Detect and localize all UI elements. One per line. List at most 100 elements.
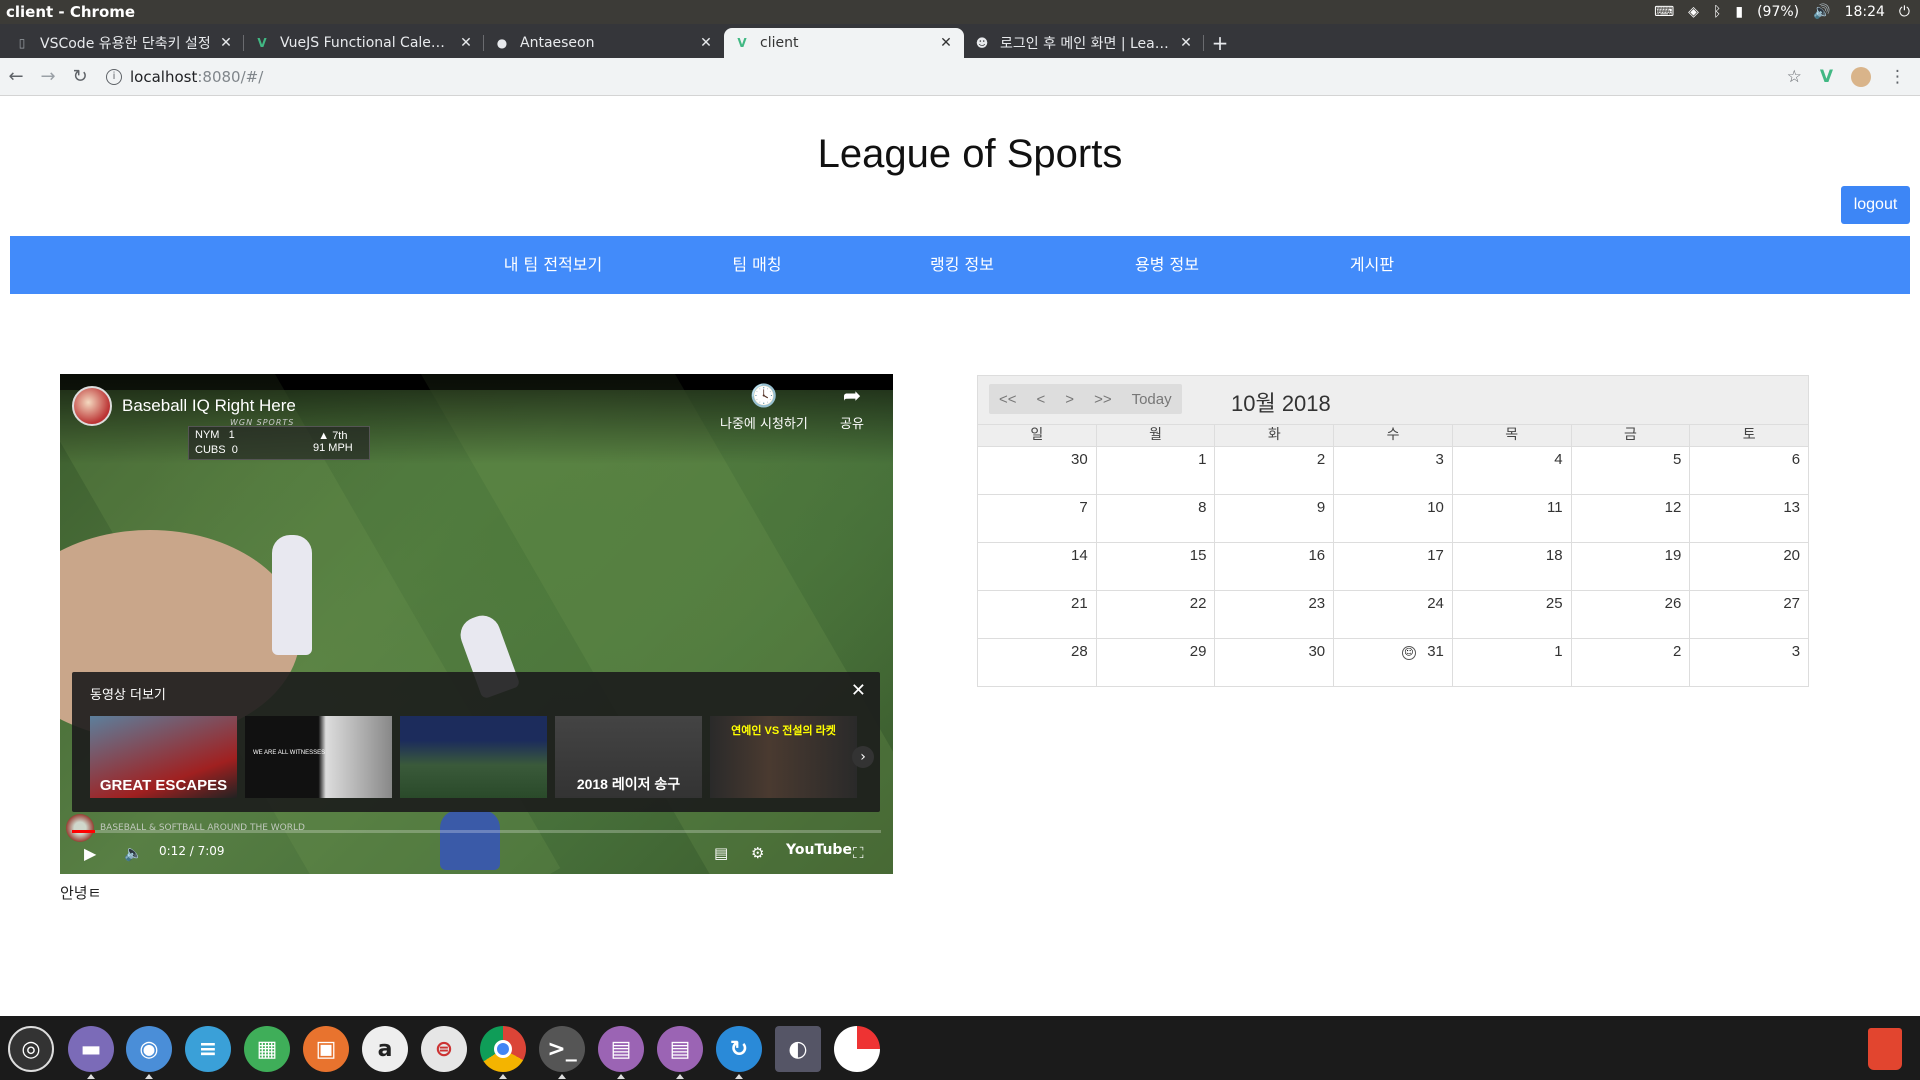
tab-github[interactable]: ● Antaeseon ✕ xyxy=(484,28,724,58)
calendar-day[interactable]: 27 xyxy=(1690,591,1808,638)
keyboard-icon[interactable]: ⌨ xyxy=(1654,4,1674,20)
calendar-day[interactable]: 23 xyxy=(1215,591,1335,638)
vpn-icon[interactable]: ◐ xyxy=(775,1026,821,1072)
ubuntu-dash-icon[interactable]: ◎ xyxy=(8,1026,54,1072)
close-tab-icon[interactable]: ✕ xyxy=(938,35,954,51)
wifi-icon[interactable]: ◈ xyxy=(1688,4,1699,20)
calendar-day[interactable]: 18 xyxy=(1453,543,1572,590)
bluetooth-icon[interactable]: ᛒ xyxy=(1713,4,1721,20)
files-icon[interactable]: ▬ xyxy=(68,1026,114,1072)
calendar-day[interactable]: 22 xyxy=(1097,591,1216,638)
firefox-icon[interactable]: ◉ xyxy=(126,1026,172,1072)
info-icon[interactable]: i xyxy=(106,68,122,85)
nav-team-matching[interactable]: 팀 매칭 xyxy=(732,236,781,294)
profile-avatar[interactable] xyxy=(1851,66,1871,87)
calendar-day[interactable]: 14 xyxy=(978,543,1097,590)
vue-devtools-icon[interactable]: V xyxy=(1820,67,1833,87)
clock[interactable]: 18:24 xyxy=(1845,4,1885,20)
power-icon[interactable]: ⏻ xyxy=(1899,4,1910,20)
calendar-day[interactable]: 4 xyxy=(1453,447,1572,494)
calendar-day[interactable]: 13 xyxy=(1690,495,1808,542)
calendar-day[interactable]: 6 xyxy=(1690,447,1808,494)
next-month-button[interactable]: > xyxy=(1055,391,1084,408)
calendar-day[interactable]: 15 xyxy=(1097,543,1216,590)
settings-icon[interactable]: ⚙ xyxy=(751,844,764,862)
nav-ranking[interactable]: 랭킹 정보 xyxy=(930,236,994,294)
forward-icon[interactable]: → xyxy=(32,61,64,93)
calendar-day[interactable]: 1 xyxy=(1097,447,1216,494)
calendar-day[interactable]: 5 xyxy=(1572,447,1691,494)
calendar-day[interactable]: 17 xyxy=(1334,543,1453,590)
calendar-day[interactable]: 16 xyxy=(1215,543,1335,590)
battery-icon[interactable]: ▮ xyxy=(1735,4,1743,20)
text-editor-icon[interactable]: ▤ xyxy=(598,1026,644,1072)
close-icon[interactable]: ✕ xyxy=(851,680,866,701)
video-thumbnail[interactable]: WE ARE ALL WITNESSES xyxy=(245,716,392,798)
nav-board[interactable]: 게시판 xyxy=(1350,236,1394,294)
tab-league[interactable]: ☻ 로그인 후 메인 화면 | League ✕ xyxy=(964,28,1204,58)
new-tab-button[interactable]: + xyxy=(1204,28,1236,58)
progress-bar[interactable] xyxy=(72,830,881,833)
calendar-day[interactable]: 3 xyxy=(1690,639,1808,686)
youtube-logo[interactable]: YouTube xyxy=(786,842,852,858)
close-tab-icon[interactable]: ✕ xyxy=(698,35,714,51)
share-button[interactable]: ➦ 공유 xyxy=(840,384,864,432)
calendar-day[interactable]: 7 xyxy=(978,495,1097,542)
video-title[interactable]: Baseball IQ Right Here xyxy=(122,396,296,416)
prev-month-button[interactable]: < xyxy=(1027,391,1056,408)
event-smile-icon[interactable]: ☺ xyxy=(1401,646,1416,660)
calendar-day[interactable]: 21 xyxy=(978,591,1097,638)
calendar-day[interactable]: 29 xyxy=(1097,639,1216,686)
calendar-day[interactable]: 3 xyxy=(1334,447,1453,494)
tab-vscode[interactable]: ▯ VSCode 유용한 단축키 설정 ✕ xyxy=(4,28,244,58)
close-tab-icon[interactable]: ✕ xyxy=(458,35,474,51)
calendar-day[interactable]: 25 xyxy=(1453,591,1572,638)
back-icon[interactable]: ← xyxy=(0,61,32,93)
software-updater-icon[interactable]: ↻ xyxy=(716,1026,762,1072)
calendar-day[interactable]: 11 xyxy=(1453,495,1572,542)
today-button[interactable]: Today xyxy=(1122,391,1182,408)
chrome-menu-icon[interactable]: ⋮ xyxy=(1889,67,1906,87)
chevron-right-icon[interactable]: › xyxy=(852,746,874,768)
tab-client[interactable]: V client ✕ xyxy=(724,28,964,58)
calendar-day[interactable]: 20 xyxy=(1690,543,1808,590)
volume-icon[interactable]: 🔊 xyxy=(1813,4,1830,20)
next-year-button[interactable]: >> xyxy=(1084,391,1122,408)
terminal-icon[interactable]: >_ xyxy=(539,1026,585,1072)
trash-icon[interactable] xyxy=(1868,1028,1902,1070)
fullscreen-icon[interactable]: ⛶ xyxy=(853,844,864,862)
calendar-day[interactable]: 1 xyxy=(1453,639,1572,686)
calendar-day[interactable]: 30 xyxy=(978,447,1097,494)
calendar-day[interactable]: 2 xyxy=(1572,639,1691,686)
tab-vue-calendar[interactable]: V VueJS Functional Calendar ✕ xyxy=(244,28,484,58)
settings-icon[interactable]: ⊜ xyxy=(421,1026,467,1072)
address-bar[interactable]: i localhost:8080/#/ xyxy=(102,62,1777,92)
chrome-icon[interactable] xyxy=(480,1026,526,1072)
calendar-day-event[interactable]: ☺ 31 xyxy=(1334,639,1453,686)
calendar-day[interactable]: 10 xyxy=(1334,495,1453,542)
close-tab-icon[interactable]: ✕ xyxy=(218,35,234,51)
calendar-day[interactable]: 9 xyxy=(1215,495,1335,542)
libreoffice-writer-icon[interactable]: ≡ xyxy=(185,1026,231,1072)
volume-icon[interactable]: 🔈 xyxy=(124,844,143,862)
text-editor-icon[interactable]: ▤ xyxy=(657,1026,703,1072)
calendar-day[interactable]: 19 xyxy=(1572,543,1691,590)
calendar-day[interactable]: 2 xyxy=(1215,447,1335,494)
video-thumbnail[interactable]: 2018 레이저 송구 xyxy=(555,716,702,798)
subtitles-icon[interactable]: ▤ xyxy=(714,844,728,862)
nav-my-team-record[interactable]: 내 팀 전적보기 xyxy=(504,236,603,294)
youtube-embed[interactable]: Baseball IQ Right Here 🕓 나중에 시청하기 ➦ 공유 W… xyxy=(60,374,893,874)
close-tab-icon[interactable]: ✕ xyxy=(1178,35,1194,51)
reload-icon[interactable]: ↻ xyxy=(64,61,96,93)
channel-avatar[interactable] xyxy=(72,386,112,426)
video-thumbnail[interactable]: 연예인 VS 전설의 라켓 xyxy=(710,716,857,798)
nav-mercenary[interactable]: 용병 정보 xyxy=(1135,236,1199,294)
video-thumbnail[interactable]: GREAT ESCAPES xyxy=(90,716,237,798)
watch-later-button[interactable]: 🕓 나중에 시청하기 xyxy=(720,384,808,432)
calendar-day[interactable]: 28 xyxy=(978,639,1097,686)
calendar-day[interactable]: 24 xyxy=(1334,591,1453,638)
calendar-day[interactable]: 8 xyxy=(1097,495,1216,542)
amazon-icon[interactable]: a xyxy=(362,1026,408,1072)
libreoffice-calc-icon[interactable]: ▦ xyxy=(244,1026,290,1072)
video-thumbnail[interactable] xyxy=(400,716,547,798)
